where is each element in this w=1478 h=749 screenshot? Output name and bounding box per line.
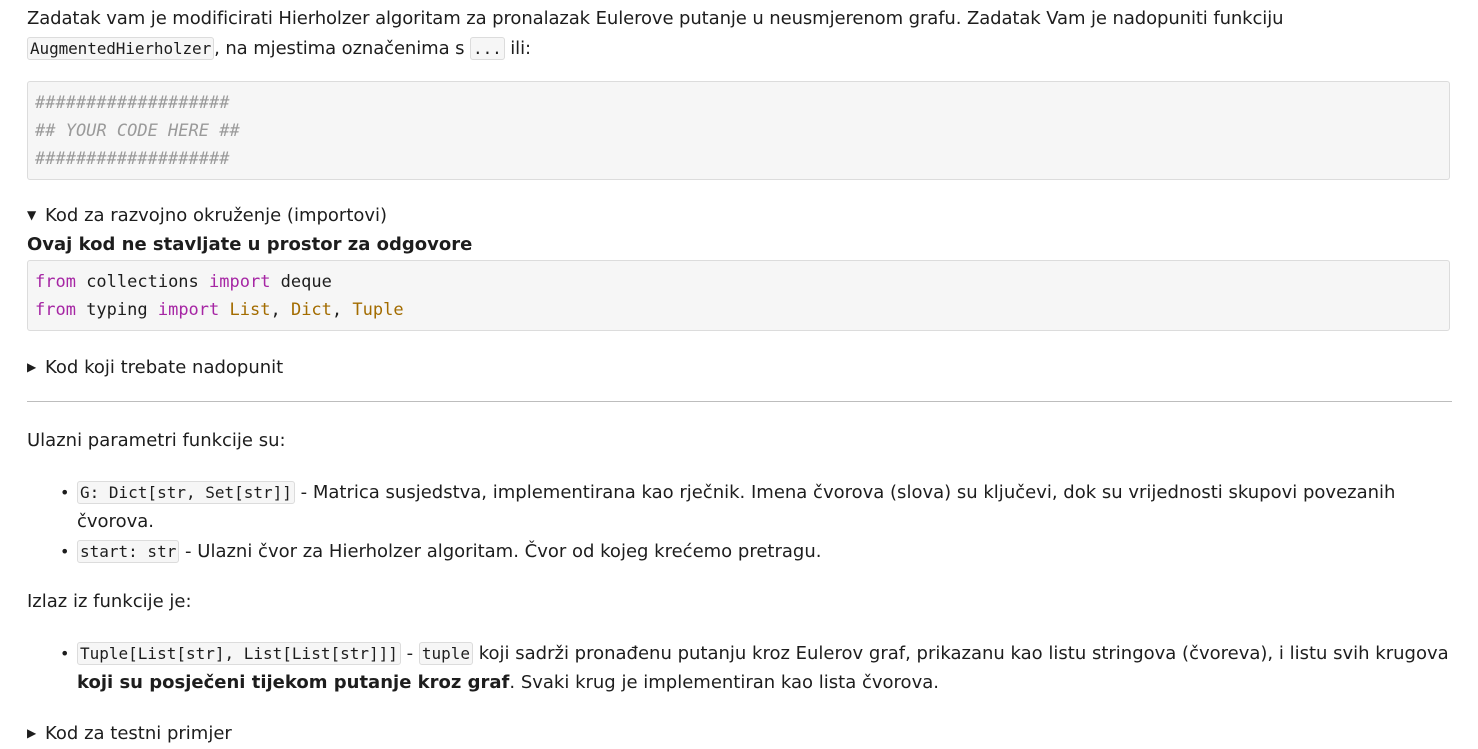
param-start-code: start: str [77, 540, 180, 563]
output-description: koji sadrži pronađenu putanju kroz Euler… [473, 643, 1449, 664]
intro-text-after: ili: [504, 38, 531, 59]
output-description-end: . Svaki krug je implementiran kao lista … [509, 672, 939, 693]
details-summary-env[interactable]: ▼ Kod za razvojno okruženje (importovi) [27, 201, 387, 229]
placeholder-line-3: ################### [35, 149, 230, 169]
inputs-heading: Ulazni parametri funkcije su: [27, 430, 286, 451]
kw-from-1: from [35, 272, 76, 292]
output-sep: - [400, 643, 419, 664]
kw-import-2: import [157, 300, 220, 320]
module-collections: collections [75, 272, 210, 292]
ellipsis-code: ... [470, 37, 505, 60]
placeholder-line-1: ################### [35, 93, 230, 113]
details-summary-env-label: Kod za razvojno okruženje (importovi) [45, 205, 388, 226]
func-name-code: AugmentedHierholzer [27, 37, 215, 60]
bullet-icon: • [60, 644, 70, 663]
collapsed-triangle-icon: ▶ [27, 726, 37, 740]
list-item: • G: Dict[str, Set[str]] - Matrica susjed… [60, 478, 1452, 536]
kw-from-2: from [35, 300, 76, 320]
env-note: Ovaj kod ne stavljate u prostor za odgov… [27, 234, 473, 255]
intro-paragraph: Zadatak vam je modificirati Hierholzer a… [27, 4, 1452, 64]
intro-text-middle: , na mjestima označenima s [214, 38, 471, 59]
collapsed-triangle-icon: ▶ [27, 360, 37, 374]
placeholder-line-2: ## YOUR CODE HERE ## [35, 121, 240, 141]
details-summary-todo-label: Kod koji trebate nadopunit [45, 357, 284, 378]
output-description-bold: koji su posječeni tijekom putanje kroz g… [77, 672, 510, 693]
sep-1: , [270, 300, 291, 320]
module-typing: typing [75, 300, 158, 320]
tuple-code: tuple [418, 642, 474, 665]
kw-import-1: import [209, 272, 271, 292]
type-dict: Dict [290, 300, 332, 320]
bullet-icon: • [60, 483, 70, 502]
placeholder-code-block: ################### ## YOUR CODE HERE ##… [27, 81, 1450, 180]
bullet-icon: • [60, 542, 70, 561]
details-summary-test-label: Kod za testni primjer [45, 723, 232, 744]
return-type-code: Tuple[List[str], List[List[str]]] [77, 642, 401, 665]
type-tuple: Tuple [352, 300, 404, 320]
type-list: List [229, 300, 271, 320]
inputs-list: • G: Dict[str, Set[str]] - Matrica susjed… [27, 478, 1452, 567]
imports-code-block: from collections import deque from typin… [27, 260, 1450, 331]
list-item: • Tuple[List[str], List[List[str]]] - tup… [60, 639, 1452, 697]
name-deque: deque [270, 272, 332, 292]
expanded-triangle-icon: ▼ [27, 208, 37, 222]
sep-2: , [331, 300, 353, 320]
details-summary-test[interactable]: ▶ Kod za testni primjer [27, 719, 232, 747]
param-start-description: - Ulazni čvor za Hierholzer algoritam. Č… [179, 541, 822, 562]
output-list: • Tuple[List[str], List[List[str]]] - tup… [27, 639, 1452, 698]
list-item: • start: str - Ulazni čvor za Hierholzer … [60, 537, 1452, 566]
output-heading: Izlaz iz funkcije je: [27, 591, 192, 612]
details-summary-todo[interactable]: ▶ Kod koji trebate nadopunit [27, 353, 283, 381]
intro-text-before: Zadatak vam je modificirati Hierholzer a… [27, 8, 1284, 29]
section-divider [27, 401, 1452, 402]
param-g-code: G: Dict[str, Set[str]] [77, 481, 295, 504]
